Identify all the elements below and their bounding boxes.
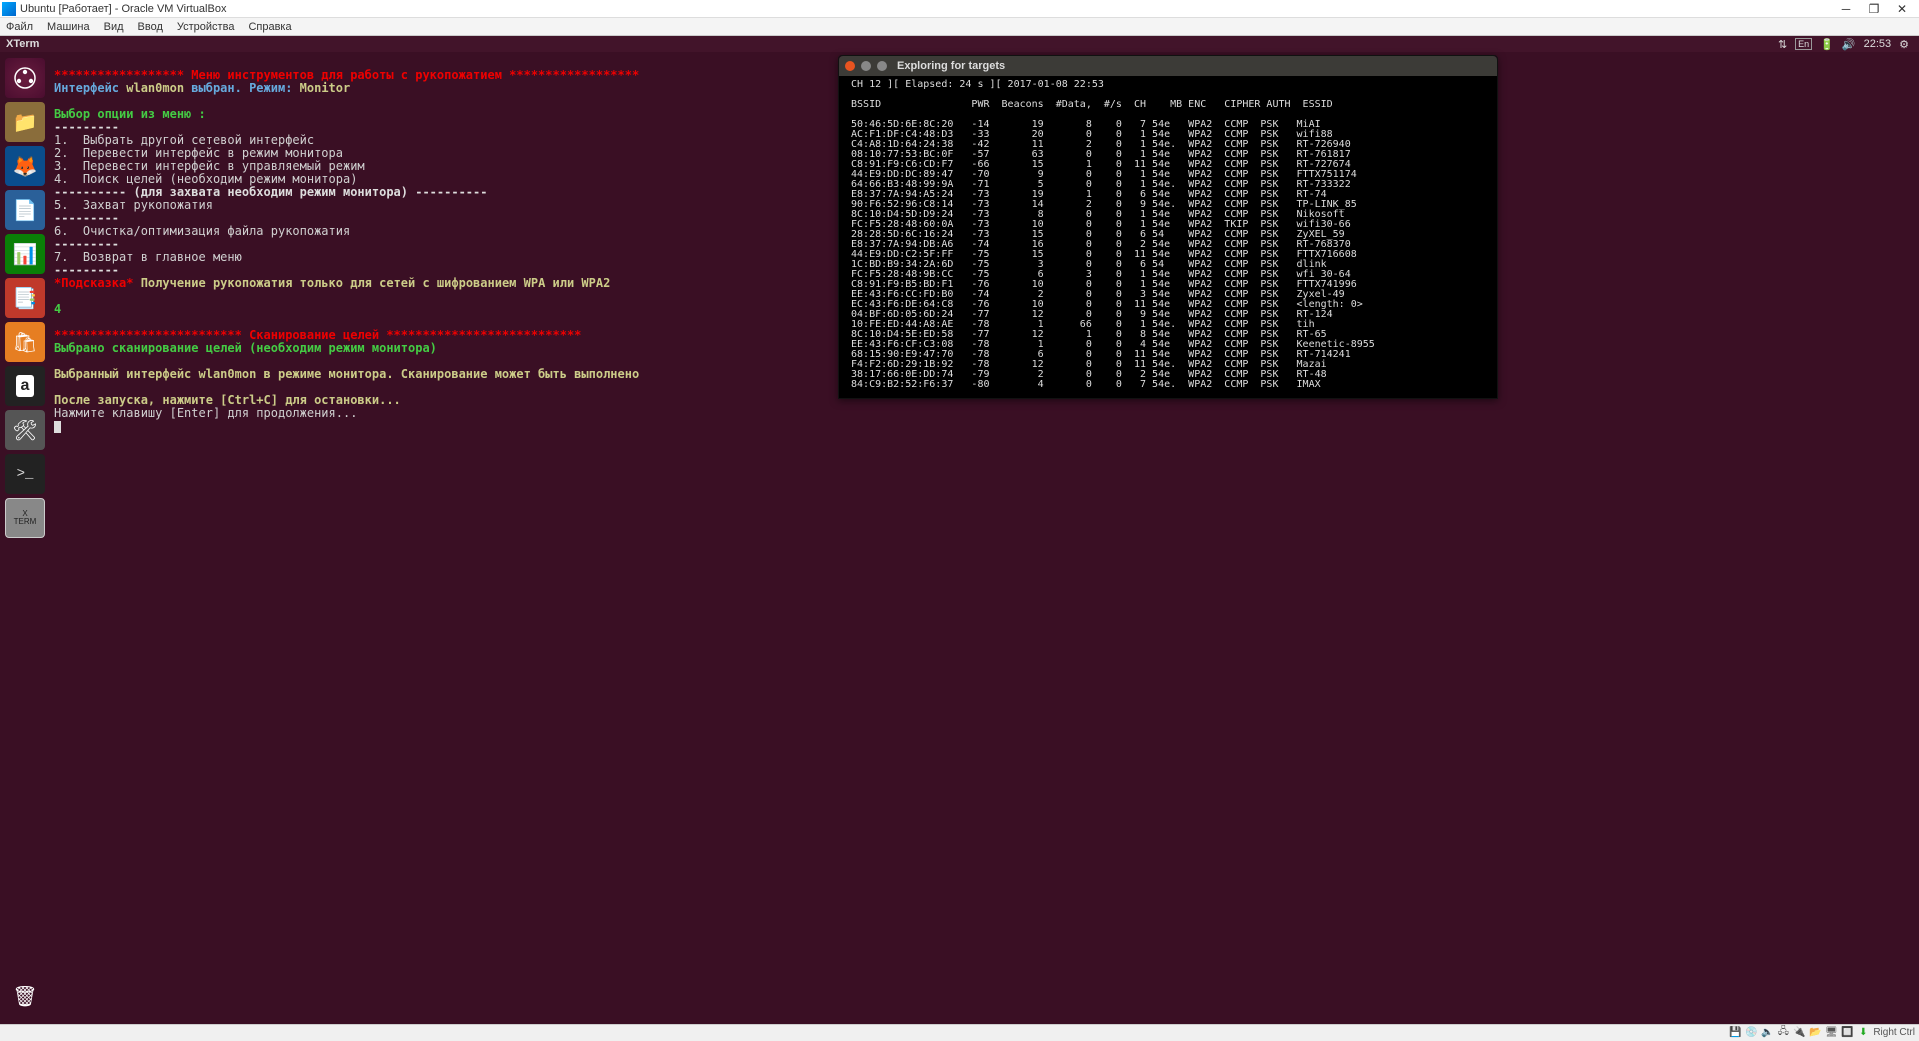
opt-2: 2. Перевести интерфейс в режим монитора bbox=[54, 146, 343, 160]
menu-file[interactable]: Файл bbox=[6, 21, 33, 33]
opt-5: 5. Захват рукопожатия bbox=[54, 198, 213, 212]
mouse-integration-icon[interactable]: ⬇ bbox=[1857, 1027, 1869, 1039]
libreoffice-impress-icon[interactable]: 📑 bbox=[5, 278, 45, 318]
vbox-menubar: Файл Машина Вид Ввод Устройства Справка bbox=[0, 18, 1919, 36]
recording-icon[interactable]: 🔲 bbox=[1841, 1027, 1853, 1039]
hint-text: Получение рукопожатия только для сетей с… bbox=[133, 276, 610, 290]
sound-icon[interactable]: 🔊 bbox=[1842, 38, 1856, 51]
amazon-icon[interactable]: a bbox=[5, 366, 45, 406]
close-button[interactable]: ✕ bbox=[1895, 2, 1909, 16]
trash-icon[interactable]: 🗑 bbox=[5, 976, 45, 1016]
optical-icon[interactable]: 💿 bbox=[1745, 1027, 1757, 1039]
hint-prefix: *Подсказка* bbox=[54, 276, 133, 290]
keyboard-layout-indicator[interactable]: En bbox=[1795, 38, 1812, 50]
vbox-statusbar: 💾 💿 🔈 🖧 🔌 📂 🖥 🔲 ⬇ Right Ctrl bbox=[0, 1024, 1919, 1040]
host-key-label: Right Ctrl bbox=[1873, 1027, 1915, 1038]
close-icon[interactable] bbox=[845, 61, 855, 71]
usb-icon[interactable]: 🔌 bbox=[1793, 1027, 1805, 1039]
files-icon[interactable]: 📁 bbox=[5, 102, 45, 142]
iface-label: Интерфейс bbox=[54, 81, 126, 95]
terminal-icon[interactable]: >_ bbox=[5, 454, 45, 494]
ubuntu-top-panel: XTerm ⇅ En 🔋 🔊 22:53 ⚙ bbox=[0, 36, 1919, 52]
banner-top: ****************** Меню инструментов для… bbox=[54, 68, 639, 82]
mode-value: Monitor bbox=[300, 81, 351, 95]
maximize-icon[interactable] bbox=[877, 61, 887, 71]
menu-dashes: --------- bbox=[54, 120, 119, 134]
settings-icon[interactable]: 🛠 bbox=[5, 410, 45, 450]
opt-7: 7. Возврат в главное меню bbox=[54, 250, 242, 264]
scan-selected: Выбрано сканирование целей (необходим ре… bbox=[54, 341, 437, 355]
xterm-icon[interactable]: XTERM bbox=[5, 498, 45, 538]
cursor bbox=[54, 421, 61, 433]
maximize-button[interactable]: ❐ bbox=[1867, 2, 1881, 16]
active-window-title: XTerm bbox=[6, 38, 39, 50]
gear-icon[interactable]: ⚙ bbox=[1899, 38, 1909, 51]
select-prompt: Выбор опции из меню : bbox=[54, 107, 206, 121]
opt-3: 3. Перевести интерфейс в управляемый реж… bbox=[54, 159, 365, 173]
targets-title: Exploring for targets bbox=[897, 60, 1005, 72]
menu-view[interactable]: Вид bbox=[104, 21, 124, 33]
hdd-icon[interactable]: 💾 bbox=[1729, 1027, 1741, 1039]
targets-titlebar[interactable]: Exploring for targets bbox=[839, 56, 1497, 76]
menu-devices[interactable]: Устройства bbox=[177, 21, 235, 33]
opt-4: 4. Поиск целей (необходим режим монитора… bbox=[54, 172, 357, 186]
clock[interactable]: 22:53 bbox=[1864, 38, 1892, 50]
scan-iface-line: Выбранный интерфейс wlan0mon в режиме мо… bbox=[54, 367, 639, 381]
opt-6: 6. Очистка/оптимизация файла рукопожатия bbox=[54, 224, 350, 238]
iface-name: wlan0mon bbox=[126, 81, 184, 95]
shared-folder-icon[interactable]: 📂 bbox=[1809, 1027, 1821, 1039]
unity-launcher: 📁 🦊 📄 📊 📑 🛍 a 🛠 >_ XTERM 🗑 bbox=[0, 52, 50, 1024]
entered-option: 4 bbox=[54, 302, 61, 316]
virtualbox-icon bbox=[2, 2, 16, 16]
after-start: После запуска, нажмите [Ctrl+C] для оста… bbox=[54, 393, 401, 407]
network-status-icon[interactable]: 🖧 bbox=[1777, 1027, 1789, 1039]
firefox-icon[interactable]: 🦊 bbox=[5, 146, 45, 186]
targets-output: CH 12 ][ Elapsed: 24 s ][ 2017-01-08 22:… bbox=[839, 76, 1497, 398]
desktop: ****************** Меню инструментов для… bbox=[50, 52, 1919, 1024]
audio-icon[interactable]: 🔈 bbox=[1761, 1027, 1773, 1039]
software-center-icon[interactable]: 🛍 bbox=[5, 322, 45, 362]
targets-window[interactable]: Exploring for targets CH 12 ][ Elapsed: … bbox=[838, 55, 1498, 399]
battery-icon[interactable]: 🔋 bbox=[1820, 38, 1834, 51]
dash-icon[interactable] bbox=[5, 58, 45, 98]
minimize-button[interactable]: ─ bbox=[1839, 2, 1853, 16]
menu-machine[interactable]: Машина bbox=[47, 21, 90, 33]
menu-input[interactable]: Ввод bbox=[138, 21, 163, 33]
press-enter: Нажмите клавишу [Enter] для продолжения.… bbox=[54, 406, 357, 420]
opt-1: 1. Выбрать другой сетевой интерфейс bbox=[54, 133, 314, 147]
menu-help[interactable]: Справка bbox=[248, 21, 291, 33]
sep-line: ---------- (для захвата необходим режим … bbox=[54, 185, 487, 199]
host-titlebar: Ubuntu [Работает] - Oracle VM VirtualBox… bbox=[0, 0, 1919, 18]
minimize-icon[interactable] bbox=[861, 61, 871, 71]
display-icon[interactable]: 🖥 bbox=[1825, 1027, 1837, 1039]
libreoffice-calc-icon[interactable]: 📊 bbox=[5, 234, 45, 274]
libreoffice-writer-icon[interactable]: 📄 bbox=[5, 190, 45, 230]
banner-scan: ************************** Сканирование … bbox=[54, 328, 581, 342]
network-icon[interactable]: ⇅ bbox=[1778, 38, 1787, 51]
window-title: Ubuntu [Работает] - Oracle VM VirtualBox bbox=[20, 3, 1839, 15]
